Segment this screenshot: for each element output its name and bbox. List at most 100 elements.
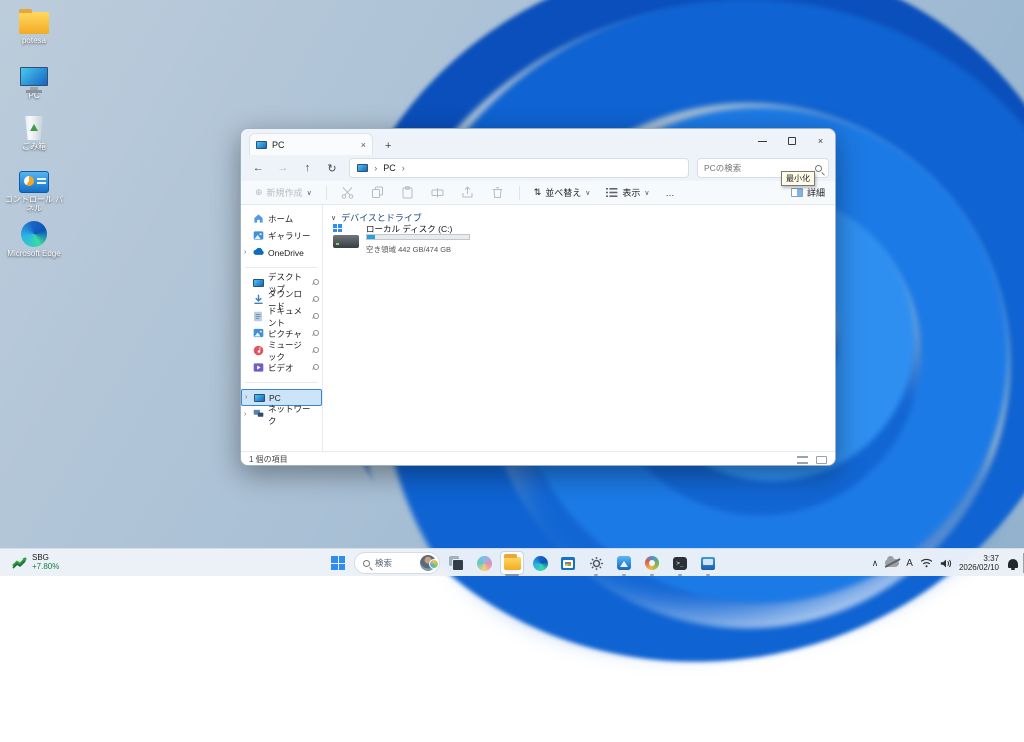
share-button[interactable] [455, 186, 481, 199]
photos-button[interactable] [612, 551, 636, 575]
chevron-right-icon[interactable]: › [244, 249, 246, 256]
details-pane-button[interactable]: 詳細 [791, 186, 825, 199]
toolbar-separator [326, 186, 327, 200]
chevron-right-icon[interactable]: › [244, 411, 246, 418]
app-window-button[interactable] [696, 551, 720, 575]
sidebar-item-label: ホーム [268, 213, 293, 225]
edge-icon [21, 221, 47, 247]
chevron-right-icon[interactable]: › [245, 394, 247, 401]
copy-button[interactable] [365, 186, 391, 199]
address-bar: ← → ↑ ↻ › PC › 最小化 [241, 155, 835, 181]
sidebar-item-onedrive[interactable]: › OneDrive [241, 244, 322, 261]
control-panel-icon [19, 171, 49, 193]
view-button[interactable]: 表示 ∨ [600, 183, 655, 202]
rename-button[interactable] [425, 186, 451, 199]
tab-pc[interactable]: PC × [249, 133, 373, 155]
clock[interactable]: 3:37 2026/02/10 [959, 554, 999, 572]
search-icon [815, 165, 822, 172]
app-window-icon [701, 557, 715, 570]
edge-button[interactable] [528, 551, 552, 575]
content-pane: ∨ デバイスとドライブ ローカル ディスク (C:) 空き領域 442 GB/4… [323, 205, 835, 451]
sort-button[interactable]: ⇅ 並べ替え ∨ [528, 183, 597, 202]
navigation-pane: ホーム ギャラリー › OneDrive デスクトップ ダウンロード [241, 205, 323, 451]
terminal-button[interactable]: >_ [668, 551, 692, 575]
desktop-icon-user-folder[interactable]: potesa [2, 4, 66, 45]
delete-button[interactable] [485, 186, 511, 199]
settings-button[interactable] [584, 551, 608, 575]
plus-circle-icon: ⊕ [255, 187, 263, 198]
stock-chart-icon [12, 555, 28, 569]
pc-monitor-icon [357, 164, 368, 172]
taskbar-search-placeholder: 検索 [375, 557, 415, 569]
onedrive-offline-icon[interactable] [885, 559, 899, 567]
desktop-icon-control-panel[interactable]: コントロール パネル [2, 163, 66, 213]
sidebar-divider [245, 382, 318, 383]
close-button[interactable]: × [806, 129, 835, 153]
sidebar-item-music[interactable]: ミュージック [241, 342, 322, 359]
desktop-icon-label: Microsoft Edge [2, 249, 66, 258]
search-icon [363, 560, 370, 567]
tray-date: 2026/02/10 [959, 563, 999, 572]
sidebar-item-label: ビデオ [268, 362, 294, 374]
desktop-icon-edge[interactable]: Microsoft Edge [2, 217, 66, 258]
microsoft-store-button[interactable] [556, 551, 580, 575]
ime-mode-indicator[interactable]: A [906, 558, 913, 569]
new-button-label: 新規作成 [267, 186, 303, 199]
paint-button[interactable] [640, 551, 664, 575]
sidebar-item-videos[interactable]: ビデオ [241, 359, 322, 376]
drive-free-space: 空き領域 442 GB/474 GB [366, 244, 451, 255]
back-button[interactable]: ← [247, 162, 270, 174]
drive-c-tile[interactable]: ローカル ディスク (C:) 空き領域 442 GB/474 GB [331, 222, 471, 260]
breadcrumb-item-pc[interactable]: PC [383, 163, 396, 173]
task-view-button[interactable] [444, 551, 468, 575]
view-button-label: 表示 [622, 186, 640, 199]
new-button[interactable]: ⊕ 新規作成 ∨ [249, 183, 318, 202]
cut-button[interactable] [335, 186, 361, 199]
new-tab-button[interactable]: + [385, 140, 391, 152]
music-icon [253, 345, 264, 356]
view-list-icon [606, 187, 618, 198]
taskbar-search-box[interactable]: 検索 [354, 552, 440, 574]
large-icons-view-toggle-icon[interactable] [816, 456, 827, 464]
file-explorer-window: PC × + × ← → ↑ ↻ › PC › 最小化 ⊕ 新規作成 ∨ [240, 128, 836, 466]
refresh-button[interactable]: ↻ [321, 162, 344, 175]
maximize-button[interactable] [777, 129, 806, 153]
minimize-button[interactable] [748, 129, 777, 153]
sidebar-item-network[interactable]: › ネットワーク [241, 406, 322, 423]
breadcrumb[interactable]: › PC › [349, 158, 689, 178]
copilot-icon [477, 556, 492, 571]
wifi-icon[interactable] [920, 558, 933, 568]
edge-icon [533, 556, 548, 571]
widget-ticker-symbol: SBG [32, 553, 59, 562]
desktop-icon-pc[interactable]: PC [2, 56, 66, 100]
command-bar: ⊕ 新規作成 ∨ ⇅ 並べ替え ∨ 表示 ∨ … 詳細 [241, 181, 835, 205]
file-explorer-button[interactable] [500, 551, 524, 575]
search-highlight-avatar [420, 555, 436, 571]
pin-icon [311, 364, 318, 371]
start-button[interactable] [326, 551, 350, 575]
forward-button[interactable]: → [272, 162, 295, 174]
sidebar-divider [245, 267, 318, 268]
volume-icon[interactable] [940, 558, 952, 569]
tray-overflow-chevron-icon[interactable]: ∧ [872, 558, 879, 569]
sort-arrows-icon: ⇅ [534, 187, 542, 198]
sidebar-item-gallery[interactable]: ギャラリー [241, 227, 322, 244]
widgets-button[interactable]: SBG +7.80% [6, 551, 65, 573]
up-button[interactable]: ↑ [296, 162, 319, 174]
desktop-icon-recycle-bin[interactable]: ごみ箱 [2, 110, 66, 151]
paste-button[interactable] [395, 186, 421, 199]
chevron-right-icon[interactable]: › [402, 163, 405, 173]
chevron-down-icon: ∨ [644, 189, 649, 197]
more-button[interactable]: … [660, 185, 681, 201]
notification-bell-icon[interactable] [1008, 559, 1018, 568]
pc-monitor-icon [20, 67, 48, 86]
tab-close-icon[interactable]: × [361, 140, 366, 150]
paint-icon [645, 556, 659, 570]
details-view-toggle-icon[interactable] [797, 456, 808, 464]
sidebar-item-documents[interactable]: ドキュメント [241, 308, 322, 325]
copilot-button[interactable] [472, 551, 496, 575]
sort-button-label: 並べ替え [545, 186, 581, 199]
sidebar-item-home[interactable]: ホーム [241, 210, 322, 227]
details-button-label: 詳細 [807, 186, 825, 199]
sidebar-item-label: ネットワーク [268, 403, 318, 427]
